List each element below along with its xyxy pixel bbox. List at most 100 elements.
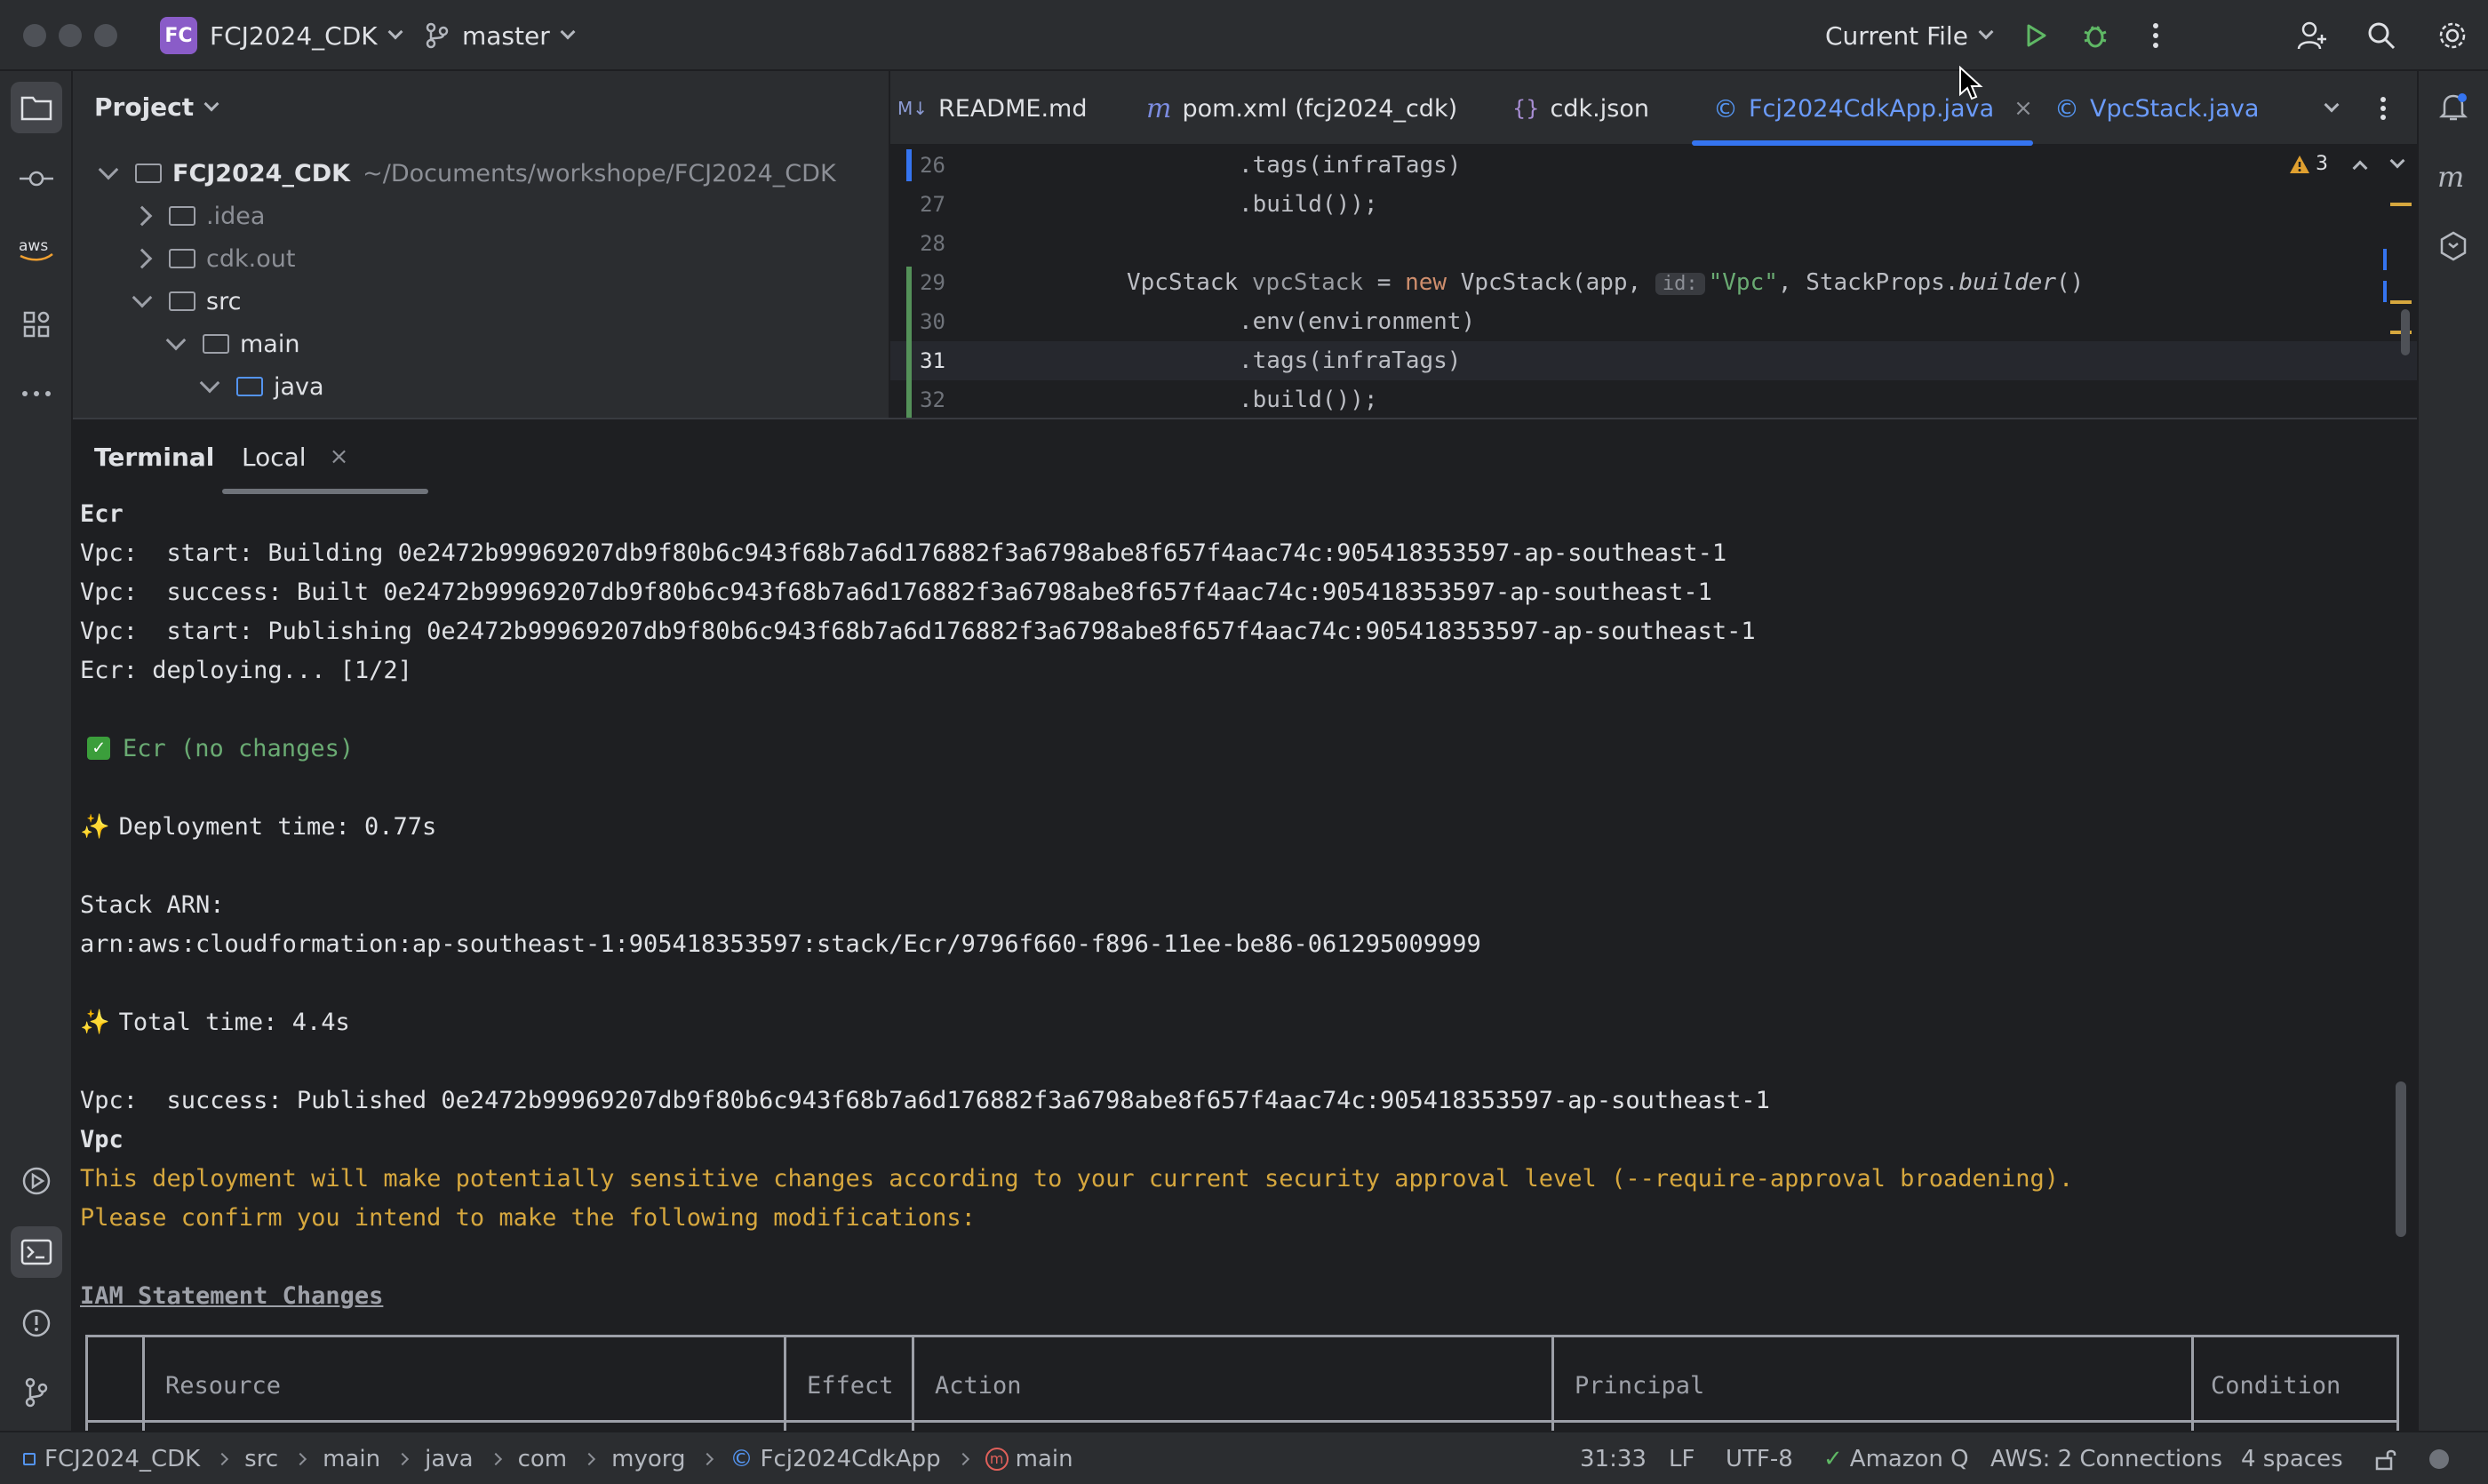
tab-list-button[interactable] [2324, 71, 2340, 146]
tree-item-java[interactable]: java [199, 366, 324, 407]
tree-item-idea[interactable]: .idea [132, 195, 265, 236]
change-marker[interactable] [906, 267, 912, 418]
line-separator[interactable]: LF [1669, 1432, 1695, 1484]
problems-tool-button[interactable] [11, 1297, 62, 1349]
code-text: .tags(infraTags) [1239, 347, 1462, 374]
notifications-button[interactable] [2428, 82, 2479, 133]
branch-switcher[interactable]: master [425, 0, 576, 71]
bug-icon [2084, 26, 2107, 48]
memory-indicator[interactable] [2429, 1432, 2449, 1484]
table-border [2396, 1335, 2399, 1431]
terminal-line: Please confirm you intend to make the fo… [80, 1203, 976, 1232]
sparkle-icon: ✨ [80, 813, 110, 841]
close-tab-icon[interactable]: × [2014, 95, 2033, 122]
line-number: 28 [920, 231, 945, 256]
code-token: "Vpc" [1708, 269, 1778, 296]
search-icon [2368, 22, 2396, 50]
code-line: 28 [890, 224, 2417, 263]
terminal-line: Vpc: start: Building 0e2472b99969207db9f… [80, 539, 1727, 567]
terminal-tool-button[interactable] [11, 1226, 62, 1278]
tab-cdk-json[interactable]: {} cdk.json [1512, 71, 1649, 146]
inspection-widget[interactable]: 3 [2289, 153, 2405, 175]
maven-icon: m [2437, 164, 2464, 190]
tab-readme[interactable]: M↓ README.md [897, 71, 1087, 146]
git-tool-button[interactable] [11, 1367, 62, 1418]
status-dot-icon [2429, 1449, 2449, 1469]
caret-position[interactable]: 31:33 [1580, 1432, 1647, 1484]
breadcrumb-item[interactable]: FCJ2024_CDK [44, 1446, 200, 1472]
terminal-tab-label: Local [242, 442, 307, 472]
breadcrumb-item[interactable]: myorg [611, 1446, 685, 1472]
scrollbar-marker [2383, 249, 2387, 270]
breadcrumb-item[interactable]: main [1016, 1446, 1073, 1472]
project-tool-button[interactable] [11, 82, 62, 133]
close-tab-icon[interactable]: × [330, 443, 349, 470]
indent-setting[interactable]: 4 spaces [2241, 1432, 2343, 1484]
terminal-header: Terminal Local × [73, 419, 2417, 494]
code-token: new [1405, 269, 1447, 296]
editor-more-button[interactable] [2380, 71, 2387, 146]
debug-button[interactable] [2077, 18, 2113, 53]
settings-button[interactable] [2435, 18, 2470, 53]
structure-tool-button[interactable] [11, 299, 62, 350]
code-token: builder [1958, 269, 2056, 296]
more-tools-button[interactable] [11, 368, 62, 419]
run-button[interactable] [2017, 18, 2053, 53]
tree-item-label: java [274, 372, 324, 401]
tree-item-main[interactable]: main [165, 323, 299, 364]
tab-vpcstack-java[interactable]: © VpcStack.java [2054, 71, 2259, 146]
amazon-q-status[interactable]: ✓ Amazon Q [1823, 1432, 1969, 1484]
aws-toolkit-button[interactable]: aws [11, 222, 62, 274]
run-config-selector[interactable]: Current File [1825, 0, 1994, 71]
table-header-principal: Principal [1575, 1372, 1705, 1400]
project-panel-title[interactable]: Project [94, 92, 219, 122]
chevron-down-icon[interactable] [2389, 153, 2405, 168]
project-switcher[interactable]: FC FCJ2024_CDK [160, 0, 403, 71]
terminal-tab-local[interactable]: Local × [242, 419, 348, 494]
parameter-hint: id: [1655, 273, 1705, 295]
terminal-scrollbar-thumb[interactable] [2396, 1081, 2406, 1237]
maven-tool-button[interactable]: m [2428, 151, 2479, 203]
editor-scrollbar-thumb[interactable] [2401, 309, 2410, 355]
breadcrumb-item[interactable]: main [323, 1446, 380, 1472]
more-actions-button[interactable] [2138, 18, 2173, 53]
project-badge: FC [160, 17, 197, 54]
tree-item-src[interactable]: src [132, 281, 241, 322]
table-header-effect: Effect [807, 1372, 894, 1400]
terminal-line: Stack ARN: [80, 890, 225, 919]
code-line: 27 .build()); [890, 185, 2417, 224]
folder-icon [169, 291, 195, 311]
window-minimize-button[interactable] [59, 24, 82, 47]
terminal-line: ✨ Deployment time: 0.77s [80, 807, 436, 846]
services-tool-button[interactable] [11, 1155, 62, 1207]
project-panel: Project FCJ2024_CDK ~/Documents/workshop… [73, 71, 890, 418]
search-everywhere-button[interactable] [2364, 18, 2399, 53]
tree-item-cdk-out[interactable]: cdk.out [132, 238, 295, 279]
chevron-up-icon[interactable] [2352, 160, 2368, 175]
module-icon [23, 1453, 36, 1465]
change-marker[interactable] [906, 149, 912, 181]
read-only-toggle[interactable] [2374, 1432, 2397, 1484]
code-text: .env(environment) [1239, 308, 1476, 335]
breadcrumb-item[interactable]: src [244, 1446, 278, 1472]
window-close-button[interactable] [23, 24, 46, 47]
tab-fcj2024cdkapp-java[interactable]: © Fcj2024CdkApp.java × [1713, 71, 2033, 146]
unlock-icon [2375, 1449, 2396, 1471]
aws-connections[interactable]: AWS: 2 Connections [1990, 1432, 2222, 1484]
table-header-condition: Condition [2211, 1372, 2341, 1400]
terminal-line: Vpc: start: Publishing 0e2472b99969207db… [80, 617, 1756, 645]
breadcrumb-item[interactable]: Fcj2024CdkApp [760, 1446, 940, 1472]
java-class-icon: © [730, 1446, 754, 1472]
window-zoom-button[interactable] [94, 24, 117, 47]
tree-item-root[interactable]: FCJ2024_CDK ~/Documents/workshope/FCJ202… [98, 153, 836, 194]
root-path: ~/Documents/workshope/FCJ2024_CDK [363, 159, 836, 187]
breadcrumb-item[interactable]: com [518, 1446, 568, 1472]
tab-pom-xml[interactable]: m pom.xml (fcj2024_cdk) [1146, 71, 1457, 146]
aws-q-button[interactable] [2428, 220, 2479, 272]
line-number: 32 [920, 387, 945, 412]
code-with-me-button[interactable] [2294, 18, 2330, 53]
breadcrumb-item[interactable]: java [425, 1446, 473, 1472]
file-encoding[interactable]: UTF-8 [1726, 1432, 1793, 1484]
commit-tool-button[interactable] [11, 153, 62, 204]
mouse-cursor-icon [1959, 66, 1983, 100]
